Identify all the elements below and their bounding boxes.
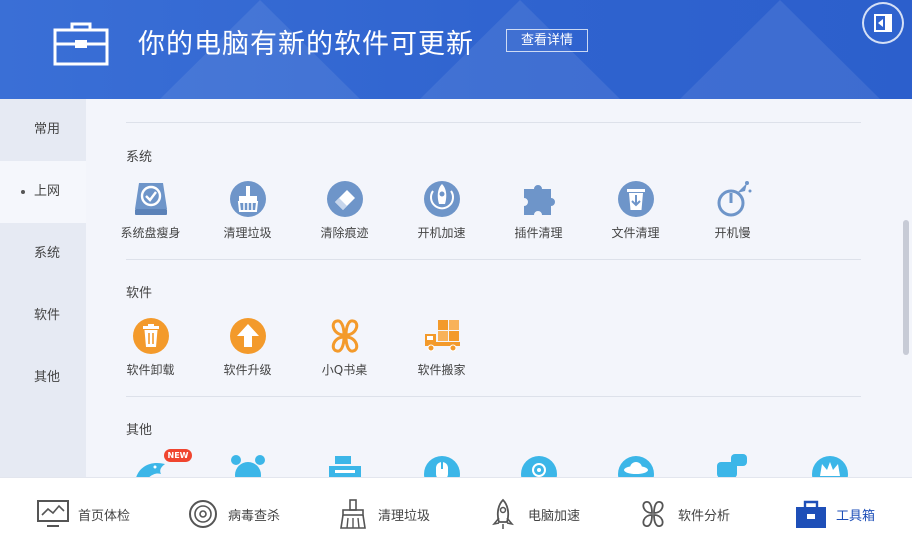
eraser-icon bbox=[326, 181, 363, 217]
section-divider bbox=[126, 122, 861, 123]
monitor-chart-icon bbox=[37, 500, 69, 527]
section-divider bbox=[126, 396, 861, 397]
tool-other-2[interactable] bbox=[199, 452, 296, 477]
mouse-icon bbox=[423, 456, 460, 477]
sidebar-item-label: 上网 bbox=[34, 184, 61, 199]
trash-icon bbox=[132, 318, 169, 354]
tool-slow-boot[interactable]: 开机慢 bbox=[684, 179, 781, 241]
toolbox-icon bbox=[796, 500, 826, 528]
nav-label: 软件分析 bbox=[678, 508, 731, 524]
clover-icon bbox=[331, 319, 358, 353]
bottom-nav-bar: 首页体检 病毒查杀 清理垃圾 电脑加速 软件分析 工具箱 bbox=[0, 477, 912, 547]
puzzle-icon bbox=[523, 185, 555, 215]
tool-label: 软件卸载 bbox=[126, 363, 175, 377]
tools-panel: 系统 系统盘瘦身 清理垃圾 清除痕迹 开机加速 插件清理 文件清理 开机慢 软件… bbox=[86, 99, 912, 477]
nav-toolbox[interactable]: 工具箱 bbox=[794, 498, 875, 530]
nav-speedup[interactable]: 电脑加速 bbox=[486, 498, 580, 530]
broom-icon bbox=[229, 181, 266, 217]
section-title-system: 系统 bbox=[126, 150, 153, 165]
tool-label: 软件升级 bbox=[223, 363, 272, 377]
section-divider bbox=[126, 259, 861, 260]
arrow-up-icon bbox=[229, 318, 266, 354]
tool-other-8[interactable] bbox=[781, 452, 878, 477]
moving-truck-icon bbox=[424, 320, 460, 352]
nav-label: 电脑加速 bbox=[528, 508, 581, 524]
new-badge: NEW bbox=[164, 449, 192, 462]
tool-label: 文件清理 bbox=[611, 226, 660, 240]
view-details-button[interactable]: 查看详情 bbox=[506, 29, 588, 52]
chat-bubble-icon bbox=[716, 454, 747, 477]
sidebar-item-system[interactable]: 系统 bbox=[0, 223, 86, 285]
rocket-icon bbox=[423, 181, 460, 217]
tool-software-upgrade[interactable]: 软件升级 bbox=[199, 316, 296, 378]
sidebar-item-label: 常用 bbox=[34, 122, 61, 137]
nav-label: 首页体检 bbox=[78, 508, 131, 524]
sidebar-item-label: 其他 bbox=[34, 370, 61, 385]
tool-label: 小Q书桌 bbox=[321, 363, 368, 377]
nav-software-analysis[interactable]: 软件分析 bbox=[636, 498, 730, 530]
toolbox-icon bbox=[53, 22, 109, 66]
nav-label: 清理垃圾 bbox=[378, 508, 431, 524]
clover-icon bbox=[642, 501, 664, 527]
tool-clean-junk[interactable]: 清理垃圾 bbox=[199, 179, 296, 241]
sidebar-item-label: 软件 bbox=[34, 308, 61, 323]
tool-software-uninstall[interactable]: 软件卸载 bbox=[102, 316, 199, 378]
tool-label: 软件搬家 bbox=[417, 363, 466, 377]
tool-other-6[interactable] bbox=[587, 452, 684, 477]
nav-home-checkup[interactable]: 首页体检 bbox=[36, 498, 130, 530]
sidebar-item-other[interactable]: 其他 bbox=[0, 347, 86, 409]
tool-plugin-cleanup[interactable]: 插件清理 bbox=[490, 179, 587, 241]
sidebar-item-internet[interactable]: 上网 bbox=[0, 161, 86, 223]
broom-icon bbox=[340, 499, 366, 529]
tool-other-7[interactable] bbox=[684, 452, 781, 477]
collapse-button[interactable] bbox=[862, 2, 904, 44]
tool-label: 清理垃圾 bbox=[223, 226, 272, 240]
tool-label: 系统盘瘦身 bbox=[120, 226, 181, 240]
sidebar-item-software[interactable]: 软件 bbox=[0, 285, 86, 347]
target-icon bbox=[189, 500, 217, 528]
disk-check-icon bbox=[134, 183, 167, 215]
alarm-clock-icon bbox=[230, 455, 265, 477]
tool-other-3[interactable] bbox=[296, 452, 393, 477]
tool-boot-speedup[interactable]: 开机加速 bbox=[393, 179, 490, 241]
trash-download-icon bbox=[617, 181, 654, 217]
exit-panel-icon bbox=[874, 14, 892, 32]
tool-file-cleanup[interactable]: 文件清理 bbox=[587, 179, 684, 241]
section-title-software: 软件 bbox=[126, 286, 153, 301]
nav-label: 工具箱 bbox=[836, 508, 876, 524]
power-rocket-icon bbox=[717, 181, 751, 217]
rocket-icon bbox=[492, 498, 514, 529]
sidebar-item-common[interactable]: 常用 bbox=[0, 99, 86, 161]
printer-icon bbox=[328, 456, 361, 477]
nav-virus-scan[interactable]: 病毒查杀 bbox=[186, 498, 280, 530]
tool-system-disk-slim[interactable]: 系统盘瘦身 bbox=[102, 179, 199, 241]
header-banner: 你的电脑有新的软件可更新 查看详情 bbox=[0, 0, 912, 99]
tool-label: 开机加速 bbox=[417, 226, 466, 240]
sidebar-item-label: 系统 bbox=[34, 246, 61, 261]
tool-other-5[interactable] bbox=[490, 452, 587, 477]
nav-label: 病毒查杀 bbox=[228, 508, 281, 524]
category-sidebar: 常用 上网 系统 软件 其他 bbox=[0, 99, 86, 477]
ufo-icon bbox=[617, 456, 654, 477]
tool-label: 清除痕迹 bbox=[320, 226, 369, 240]
scrollbar-thumb[interactable] bbox=[903, 220, 909, 355]
tool-q-desk[interactable]: 小Q书桌 bbox=[296, 316, 393, 378]
swirl-icon bbox=[520, 456, 557, 477]
tool-label: 插件清理 bbox=[514, 226, 563, 240]
section-title-other: 其他 bbox=[126, 423, 153, 438]
tool-software-move[interactable]: 软件搬家 bbox=[393, 316, 490, 378]
tool-clear-traces[interactable]: 清除痕迹 bbox=[296, 179, 393, 241]
nav-clean-junk[interactable]: 清理垃圾 bbox=[336, 498, 430, 530]
crown-icon bbox=[811, 456, 848, 477]
header-title: 你的电脑有新的软件可更新 bbox=[138, 29, 474, 60]
tool-label: 开机慢 bbox=[714, 226, 751, 240]
tool-other-4[interactable] bbox=[393, 452, 490, 477]
